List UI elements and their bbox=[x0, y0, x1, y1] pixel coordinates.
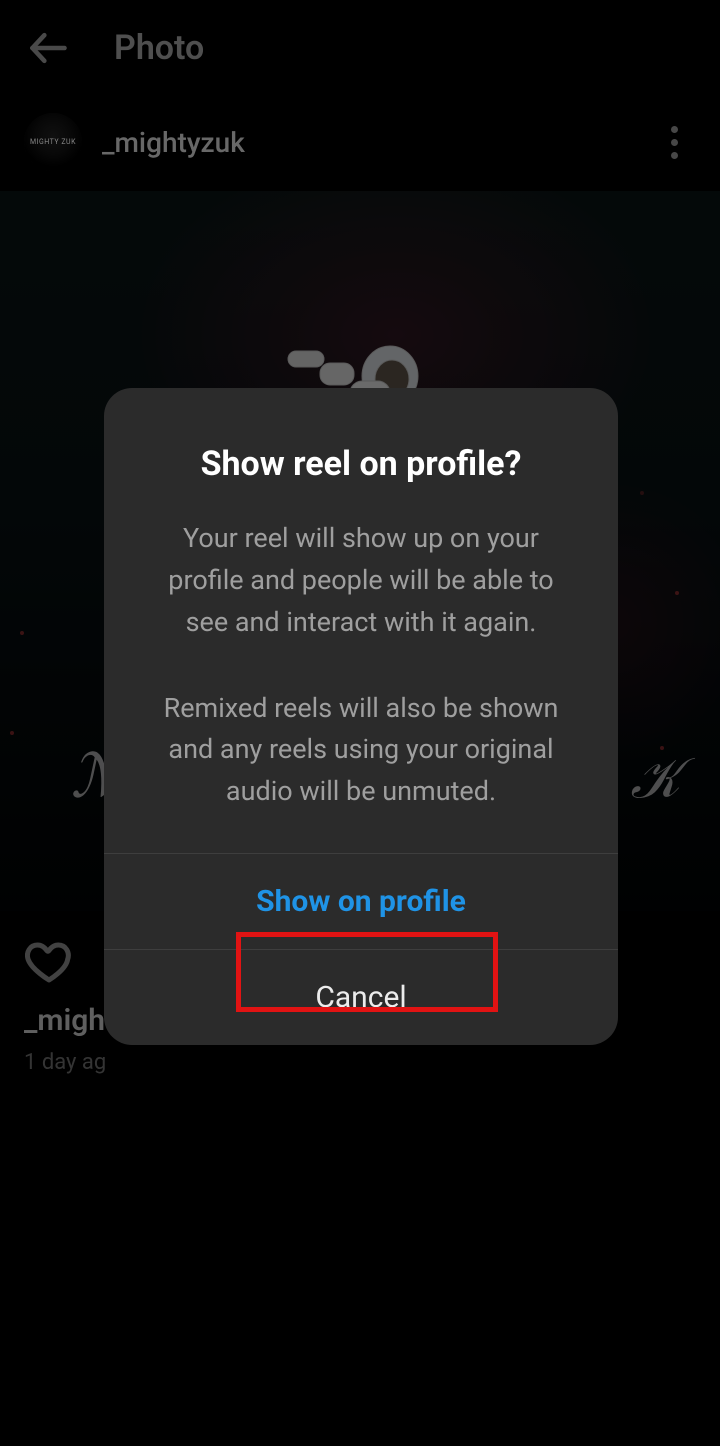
dialog-paragraph-1: Your reel will show up on your profile a… bbox=[144, 518, 578, 644]
confirmation-dialog: Show reel on profile? Your reel will sho… bbox=[104, 388, 618, 1045]
dialog-title: Show reel on profile? bbox=[144, 444, 578, 484]
avatar-text: MIGHTY ZUK bbox=[30, 138, 76, 146]
dialog-message: Your reel will show up on your profile a… bbox=[144, 518, 578, 813]
cancel-button[interactable]: Cancel bbox=[104, 949, 618, 1045]
show-on-profile-button[interactable]: Show on profile bbox=[104, 853, 618, 949]
dialog-paragraph-2: Remixed reels will also be shown and any… bbox=[144, 688, 578, 814]
